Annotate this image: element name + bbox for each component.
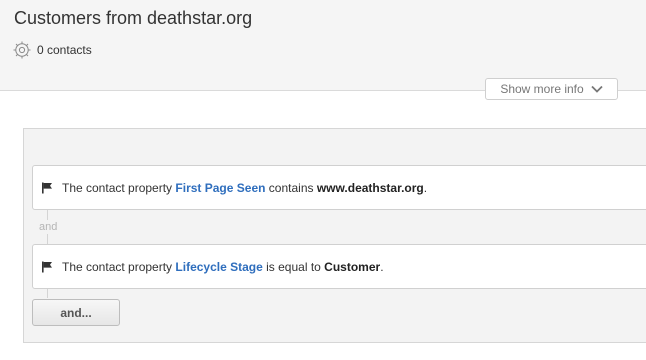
chevron-down-icon [591,85,603,93]
filter-prefix: The contact property [62,259,173,274]
filter-property-link[interactable]: First Page Seen [175,181,265,195]
filter-value: Customer [324,259,381,274]
filter-value: www.deathstar.org [316,180,424,195]
contacts-count-row: 0 contacts [12,39,92,61]
filter-row[interactable]: The contact property Lifecycle Stage is … [32,244,646,289]
filter-property-link[interactable]: Lifecycle Stage [175,260,262,274]
filter-suffix: . [423,180,428,195]
and-connector-label: and [37,220,60,234]
segment-page: Customers from deathstar.org 0 contacts [0,0,646,360]
show-more-info-button[interactable]: Show more info [485,78,618,100]
page-title: Customers from deathstar.org [14,8,253,28]
filter-operator: contains [268,180,314,195]
show-more-info-label: Show more info [500,82,584,96]
gear-icon [13,41,31,59]
filter-prefix: The contact property [62,180,173,195]
add-filter-button[interactable]: and... [32,299,120,326]
flag-icon [42,261,52,272]
filter-suffix: . [380,259,384,274]
filter-operator: is equal to [266,259,321,274]
contacts-count: 0 contacts [37,43,92,57]
filter-row[interactable]: The contact property First Page Seen con… [32,165,646,210]
flag-icon [42,182,52,193]
